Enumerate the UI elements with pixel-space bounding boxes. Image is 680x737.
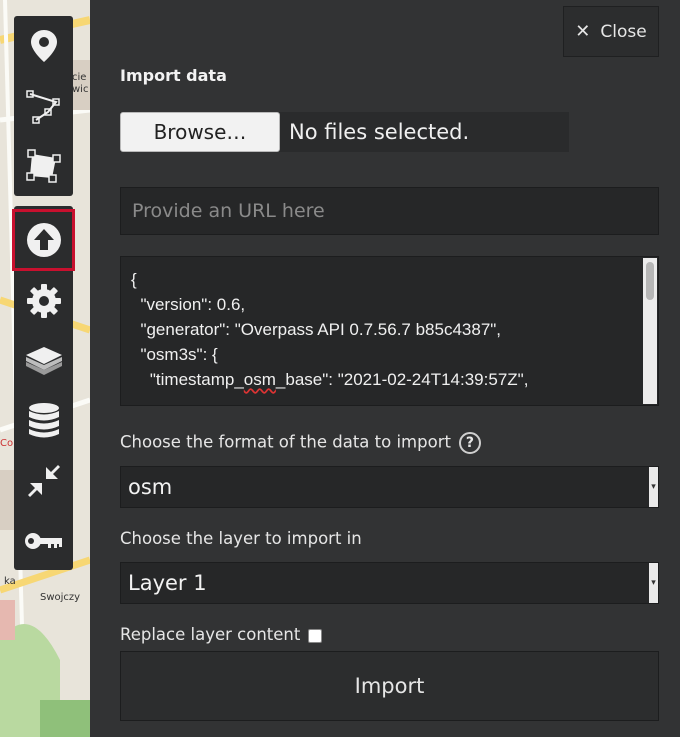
collapse-arrows-icon [27, 465, 60, 497]
layers-button[interactable] [14, 331, 73, 391]
textarea-line: "timestamp_osm_base": "2021-02-24T14:39:… [131, 370, 529, 389]
credentials-button[interactable] [14, 511, 73, 571]
polyline-icon [25, 90, 60, 124]
format-value: osm [128, 475, 173, 499]
replace-label: Replace layer content [120, 625, 301, 644]
file-picker: Browse… No files selected. [120, 112, 569, 152]
layer-value: Layer 1 [128, 571, 207, 595]
draw-marker-button[interactable] [14, 16, 73, 76]
help-icon[interactable]: ? [458, 432, 481, 454]
spellcheck-word: osm [243, 370, 276, 389]
textarea-line: "version": 0.6, [131, 295, 246, 314]
url-input[interactable] [120, 187, 659, 235]
textarea-scrollbar[interactable] [643, 258, 657, 404]
map-label: cie [72, 72, 87, 83]
marker-icon [30, 30, 57, 62]
textarea-content: { "version": 0.6, "generator": "Overpass… [131, 267, 638, 392]
map-label: Swojczy [40, 592, 81, 603]
replace-row: Replace layer content [120, 625, 323, 644]
chevron-down-icon: ▾ [649, 467, 658, 507]
textarea-line: { [131, 270, 137, 289]
import-upload-icon [26, 223, 61, 257]
key-icon [24, 533, 62, 549]
panel-title: Import data [120, 66, 227, 85]
map-label: ka [4, 576, 16, 587]
draw-line-button[interactable] [14, 76, 73, 136]
layer-label: Choose the layer to import in [120, 529, 362, 548]
draw-toolbar [14, 16, 73, 196]
settings-gear-icon [26, 284, 61, 318]
scrollbar-thumb[interactable] [646, 262, 654, 300]
polygon-icon [25, 149, 61, 183]
close-icon: ✕ [575, 21, 591, 42]
map-label: Co [0, 438, 14, 449]
import-data-button[interactable] [12, 209, 75, 271]
format-label-row: Choose the format of the data to import? [120, 432, 481, 454]
data-layers-button[interactable] [14, 391, 73, 451]
textarea-line: "generator": "Overpass API 0.7.56.7 b85c… [131, 320, 502, 339]
settings-button[interactable] [14, 271, 73, 331]
format-select[interactable]: osm ▾ [120, 466, 659, 508]
data-textarea[interactable]: { "version": 0.6, "generator": "Overpass… [120, 256, 659, 406]
file-status: No files selected. [289, 120, 470, 144]
close-button[interactable]: ✕ Close [563, 6, 659, 57]
chevron-down-icon: ▾ [649, 563, 658, 603]
database-icon [28, 403, 59, 438]
layer-select[interactable]: Layer 1 ▾ [120, 562, 659, 604]
layers-icon [25, 347, 62, 375]
import-button[interactable]: Import [120, 651, 659, 721]
browse-button[interactable]: Browse… [120, 112, 280, 152]
close-label: Close [600, 21, 647, 42]
edit-toolbar [12, 206, 75, 571]
replace-checkbox[interactable] [308, 628, 323, 643]
textarea-line: "osm3s": { [131, 345, 218, 364]
collapse-button[interactable] [14, 451, 73, 511]
map-label: wic [72, 84, 89, 95]
format-label: Choose the format of the data to import [120, 432, 451, 452]
draw-polygon-button[interactable] [14, 136, 73, 196]
